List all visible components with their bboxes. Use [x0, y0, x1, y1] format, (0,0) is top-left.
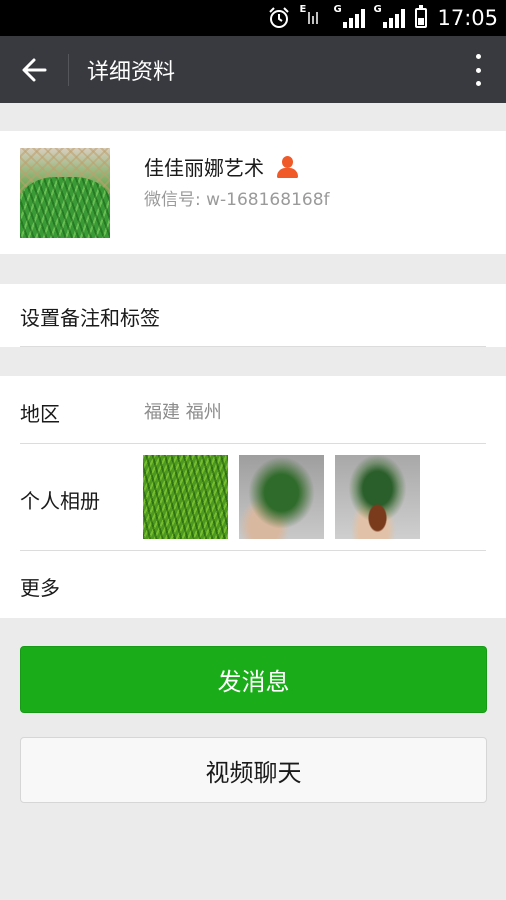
profile-name: 佳佳丽娜艺术 — [144, 156, 264, 180]
more-label[interactable]: 更多 — [20, 572, 60, 601]
app-bar: 详细资料 — [0, 36, 506, 103]
alarm-icon — [267, 6, 291, 30]
divider — [20, 346, 486, 347]
signal-icon: E — [299, 4, 325, 28]
page-title: 详细资料 — [87, 59, 176, 85]
divider — [20, 443, 486, 444]
battery-icon — [415, 5, 428, 28]
region-value: 福建 福州 — [144, 402, 222, 423]
album-label: 个人相册 — [20, 489, 100, 513]
album-photo[interactable] — [239, 455, 324, 539]
status-time: 17:05 — [437, 6, 498, 30]
send-message-button[interactable]: 发消息 — [20, 646, 487, 713]
remark-label: 设置备注和标签 — [20, 306, 160, 330]
video-chat-button[interactable]: 视频聊天 — [20, 737, 487, 803]
wechat-id: 微信号: w-168168168f — [144, 190, 330, 210]
album-photo[interactable] — [335, 455, 420, 539]
album-photo[interactable] — [143, 455, 228, 539]
signal-icon: G — [373, 4, 406, 28]
status-bar: E G G 17:05 — [0, 0, 506, 36]
divider — [20, 550, 486, 551]
arrow-left-icon — [22, 58, 47, 81]
profile-name-row: 佳佳丽娜艺术 — [144, 152, 298, 181]
back-button[interactable] — [0, 36, 68, 103]
signal-icon: G — [333, 4, 366, 28]
region-label: 地区 — [20, 402, 60, 426]
avatar[interactable] — [20, 148, 110, 238]
person-icon — [276, 155, 298, 178]
more-vertical-icon[interactable] — [472, 54, 484, 86]
app-bar-divider — [68, 53, 69, 86]
